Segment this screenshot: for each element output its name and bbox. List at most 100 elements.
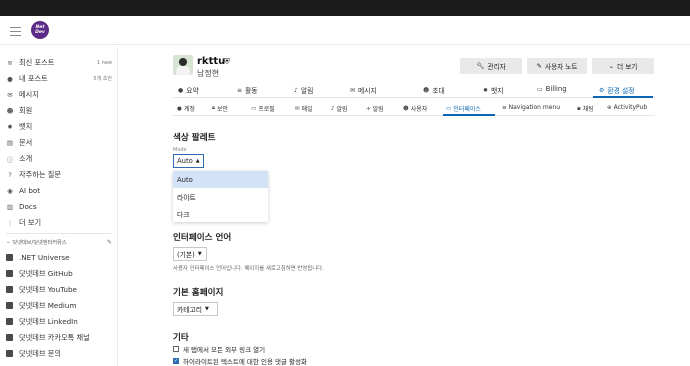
avatar[interactable]: [173, 55, 193, 75]
sidebar-link-linkedin[interactable]: 닷넷데브 LinkedIn: [6, 315, 112, 328]
subtab-activitypub[interactable]: ⊕ ActivityPub: [607, 104, 647, 111]
tab-activity[interactable]: ≡ 활동: [237, 85, 258, 96]
sidebar-item-docs-kr[interactable]: ▤ 문서: [6, 136, 112, 149]
mode-dropdown: Auto 라이트 다크: [173, 171, 268, 222]
caret-up-icon: ▲: [195, 158, 200, 164]
subtab-account[interactable]: ● 계정: [177, 104, 195, 114]
sidebar-item-members[interactable]: ☻ 회원: [6, 104, 112, 117]
subtab-profile[interactable]: ▭ 프로필: [251, 104, 275, 114]
quote-reply-checkbox[interactable]: ✓: [173, 358, 179, 364]
mode-option-auto[interactable]: Auto: [173, 171, 268, 188]
more-icon: ⋮: [6, 218, 14, 227]
subtab-label: ActivityPub: [613, 104, 648, 111]
subtab-email[interactable]: ✉ 메일: [295, 104, 313, 114]
bell-icon: ♪: [294, 86, 298, 94]
subtab-security[interactable]: 🔒︎ 보안: [212, 104, 228, 113]
bell-icon: ♪: [331, 105, 335, 112]
sidebar-link-github[interactable]: 닷넷데브 GitHub: [6, 267, 112, 280]
plus-icon: +: [366, 105, 371, 112]
sidebar-link-net-universe[interactable]: .NET Universe: [6, 251, 112, 264]
new-count-badge: 1 new: [96, 59, 112, 66]
stream-icon: ≡: [237, 86, 243, 94]
user-notes-button[interactable]: ✎ 사용자 노트: [527, 58, 587, 74]
sidebar-item-faq[interactable]: ? 자주하는 질문: [6, 168, 112, 181]
language-select[interactable]: (기본) ▼: [173, 247, 207, 261]
homepage-select[interactable]: 카테고리 ▼: [173, 302, 218, 316]
user-icon: ●: [178, 86, 184, 94]
users-icon: ☻: [6, 106, 14, 115]
sidebar-item-label: 회원: [19, 105, 33, 115]
sidebar-item-docs[interactable]: ▥ Docs: [6, 200, 112, 213]
sidebar-link-label: 닷넷데브 Medium: [19, 300, 77, 310]
sidebar-item-latest[interactable]: ≋ 최신 포스트 1 new: [6, 56, 112, 69]
tab-notifications[interactable]: ♪ 알림: [294, 85, 313, 96]
pencil-square-icon: ✎: [536, 62, 542, 70]
subtab-chat[interactable]: ▪ 채팅: [577, 104, 594, 114]
admin-button-label: 관리자: [487, 63, 506, 71]
sidebar-link-youtube[interactable]: 닷넷데브 YouTube: [6, 283, 112, 296]
hamburger-menu-icon[interactable]: [10, 27, 21, 36]
user-notes-button-label: 사용자 노트: [545, 63, 578, 71]
tab-label: 활동: [245, 87, 258, 95]
fediverse-icon: ⊕: [607, 104, 612, 111]
sidebar-divider: [6, 233, 112, 234]
mode-select[interactable]: Auto ▲: [173, 154, 204, 168]
wrench-icon: 🔧︎: [476, 62, 485, 70]
sidebar-item-badges[interactable]: ✹ 뱃지: [6, 120, 112, 133]
mode-option-light[interactable]: 라이트: [173, 188, 268, 205]
sidebar-link-label: 닷넷데브 LinkedIn: [19, 316, 78, 326]
link-icon: [6, 302, 13, 309]
mode-select-value: Auto: [177, 157, 193, 165]
subtab-label: 계정: [183, 106, 195, 113]
mode-option-dark[interactable]: 다크: [173, 205, 268, 222]
sidebar-item-label: 문서: [19, 137, 33, 147]
subtab-users[interactable]: ☻ 사용자: [403, 104, 427, 114]
subtab-navigation-menu[interactable]: ≡ Navigation menu: [502, 104, 560, 111]
tab-summary[interactable]: ● 요약: [178, 85, 199, 96]
pencil-icon[interactable]: ✎: [107, 239, 112, 246]
palette-heading: 색상 팔레트: [173, 133, 216, 143]
sidebar-item-more[interactable]: ⋮ 더 보기: [6, 216, 112, 229]
subtab-interface[interactable]: ▭ 인터페이스: [446, 104, 481, 114]
sidebar-item-label: 최신 포스트: [19, 57, 55, 67]
subtab-tracking[interactable]: + 알림: [366, 104, 384, 114]
subtab-label: Navigation menu: [508, 104, 561, 111]
user-circle-icon: ●: [177, 105, 182, 112]
preferences-nav: ● 계정 🔒︎ 보안 ▭ 프로필 ✉ 메일 ♪ 알림 + 알림 ☻ 사용자 ▭ 인터페이스 ≡ N…: [173, 101, 655, 116]
link-icon: [6, 286, 13, 293]
quote-reply-option[interactable]: ✓ 하이라이트된 텍스트에 대한 인용 댓글 활성화: [173, 356, 307, 366]
tab-badges[interactable]: ✹ 뱃지: [483, 85, 504, 96]
tab-messages[interactable]: ✉ 메시지: [350, 85, 377, 96]
sidebar-item-label: 메시지: [19, 89, 39, 99]
site-logo[interactable]: Net Dev: [31, 21, 49, 39]
tab-label: 초대: [432, 87, 445, 95]
sidebar-item-label: 자주하는 질문: [19, 169, 61, 179]
sidebar: ≋ 최신 포스트 1 new ● 내 포스트 5개 초안 ✉ 메시지 ☻ 회원 …: [0, 46, 118, 366]
mode-label: Mode: [173, 147, 187, 153]
admin-button[interactable]: 🔧︎ 관리자: [460, 58, 522, 74]
sidebar-link-label: 닷넷데브 YouTube: [19, 284, 77, 294]
homepage-select-value: 카테고리: [177, 306, 203, 314]
sidebar-link-medium[interactable]: 닷넷데브 Medium: [6, 299, 112, 312]
external-links-option[interactable]: 새 탭에서 모든 외부 링크 열기: [173, 344, 265, 354]
subtab-notifications[interactable]: ♪ 알림: [331, 104, 348, 114]
sidebar-link-kakao[interactable]: 닷넷데브 카카오톡 채널: [6, 331, 112, 344]
sidebar-link-label: 닷넷데브 GitHub: [19, 268, 73, 278]
certificate-icon: ✹: [7, 122, 13, 131]
more-button[interactable]: ⌄ 더 보기: [592, 58, 654, 74]
external-links-checkbox[interactable]: [173, 346, 179, 352]
sidebar-item-label: AI bot: [19, 186, 41, 195]
sidebar-section-header[interactable]: ⌄ 닷넷데브/닷넷엔터커뮤스 ✎: [6, 237, 112, 247]
sidebar-link-contact[interactable]: 닷넷데브 문의: [6, 347, 112, 360]
sidebar-item-label: Docs: [19, 202, 37, 211]
sidebar-link-label: .NET Universe: [19, 253, 70, 262]
tab-billing[interactable]: ▭ Billing: [537, 85, 567, 93]
tab-preferences[interactable]: ⚙ 환경 설정: [599, 85, 635, 96]
tab-invites[interactable]: ☻ 초대: [423, 85, 445, 96]
sidebar-item-messages[interactable]: ✉ 메시지: [6, 88, 112, 101]
sidebar-item-my-posts[interactable]: ● 내 포스트 5개 초안: [6, 72, 112, 85]
language-select-value: (기본): [177, 251, 195, 259]
sidebar-item-ai-bot[interactable]: ◉ AI bot: [6, 184, 112, 197]
robot-icon: ◉: [7, 186, 13, 195]
sidebar-item-about[interactable]: ⓘ 소개: [6, 152, 112, 165]
